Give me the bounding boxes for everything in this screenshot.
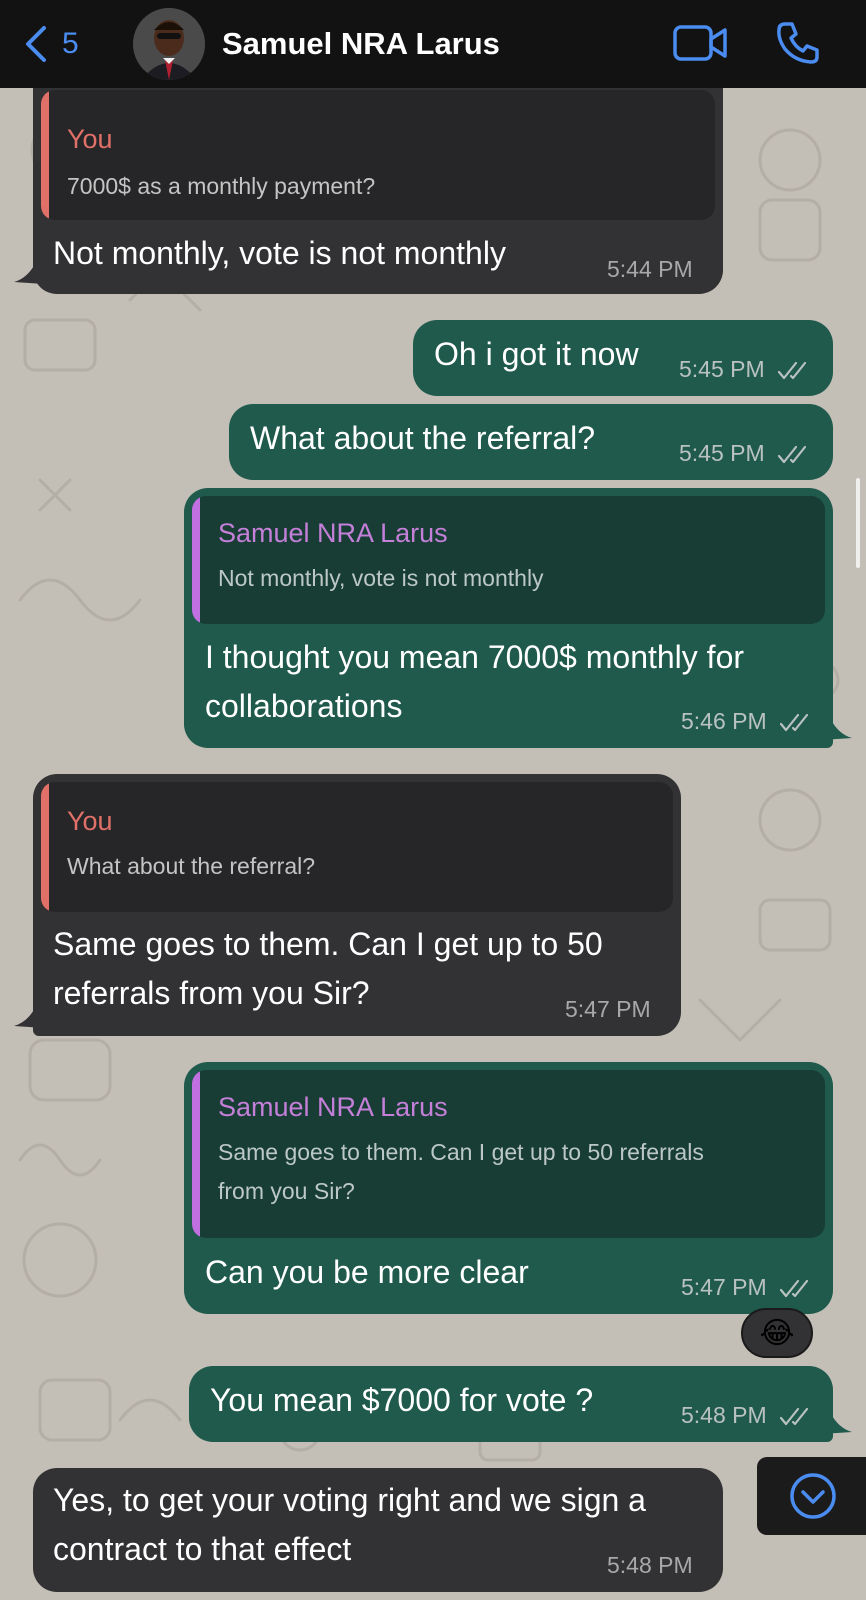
quote-author: You — [67, 124, 113, 154]
message-text-line: contract to that effect — [53, 1531, 352, 1567]
double-check-icon — [777, 445, 807, 464]
reaction-badge[interactable]: 😂 — [741, 1308, 813, 1358]
scroll-to-bottom-button[interactable] — [757, 1457, 866, 1535]
chevron-left-icon — [26, 26, 46, 62]
message-time: 5:48 PM — [607, 1552, 693, 1578]
quote-bar — [41, 782, 49, 912]
message-time-label: 5:48 PM — [681, 1402, 767, 1428]
message-time-label: 5:45 PM — [679, 440, 765, 466]
message-text: Can you be more clear — [205, 1254, 529, 1290]
quote-text: What about the referral? — [67, 853, 316, 879]
quoted-message[interactable]: You 7000$ as a monthly payment? — [41, 90, 715, 220]
quote-text-line: Same goes to them. Can I get up to 50 re… — [218, 1139, 704, 1165]
message-text-line: Yes, to get your voting right and we sig… — [53, 1482, 646, 1518]
avatar[interactable] — [133, 8, 205, 80]
chevron-down-circle-icon — [790, 1473, 836, 1519]
message-text: Oh i got it now — [434, 336, 639, 372]
message-bubble-outgoing[interactable]: You mean $7000 for vote ? 5:48 PM — [189, 1366, 833, 1442]
video-call-icon — [673, 25, 727, 61]
message-text-line: referrals from you Sir? — [53, 975, 370, 1011]
quoted-message[interactable]: Samuel NRA Larus Not monthly, vote is no… — [192, 496, 825, 624]
message-time-label: 5:46 PM — [681, 708, 767, 734]
double-check-icon — [779, 1279, 809, 1298]
unread-count: 5 — [62, 27, 79, 60]
back-button[interactable]: 5 — [24, 24, 94, 64]
laughing-emoji-icon: 😂 — [759, 1316, 795, 1350]
quote-text: 7000$ as a monthly payment? — [67, 173, 376, 199]
message-text: You mean $7000 for vote ? — [210, 1382, 594, 1418]
double-check-icon — [779, 1407, 809, 1426]
message-text: Yes, to get your voting right and we sig… — [53, 1476, 646, 1574]
message-time-label: 5:47 PM — [681, 1274, 767, 1300]
quote-bar — [41, 90, 49, 220]
message-bubble-outgoing[interactable]: What about the referral? 5:45 PM — [229, 404, 833, 480]
quote-author: Samuel NRA Larus — [218, 1092, 448, 1122]
bubble-tail — [822, 718, 852, 740]
quoted-message[interactable]: You What about the referral? — [41, 782, 673, 912]
message-bubble-outgoing[interactable]: Oh i got it now 5:45 PM — [413, 320, 833, 396]
message-text: Not monthly, vote is not monthly — [53, 235, 506, 271]
double-check-icon — [777, 361, 807, 380]
message-time: 5:44 PM — [607, 256, 693, 282]
voice-call-button[interactable] — [775, 21, 821, 70]
message-time: 5:47 PM — [565, 996, 651, 1022]
message-bubble-incoming[interactable]: Yes, to get your voting right and we sig… — [33, 1468, 723, 1592]
message-time: 5:47 PM — [681, 1274, 813, 1301]
message-time: 5:45 PM — [679, 356, 811, 383]
scroll-indicator[interactable] — [856, 478, 860, 568]
video-call-button[interactable] — [673, 23, 729, 68]
message-time: 5:45 PM — [679, 440, 811, 467]
quote-bar — [192, 1070, 200, 1238]
quote-text: Same goes to them. Can I get up to 50 re… — [218, 1133, 704, 1211]
phone-icon — [777, 22, 819, 64]
quote-bar — [192, 496, 200, 624]
message-text-line: Same goes to them. Can I get up to 50 — [53, 926, 603, 962]
bubble-tail — [14, 262, 44, 284]
message-time: 5:48 PM — [681, 1402, 813, 1429]
message-bubble-outgoing[interactable]: Samuel NRA Larus Not monthly, vote is no… — [184, 488, 833, 748]
message-time-label: 5:45 PM — [679, 356, 765, 382]
message-text: What about the referral? — [250, 420, 596, 456]
message-text-line: I thought you mean 7000$ monthly for — [205, 639, 745, 675]
message-bubble-outgoing[interactable]: Samuel NRA Larus Same goes to them. Can … — [184, 1062, 833, 1314]
bubble-tail — [14, 1006, 44, 1028]
message-time: 5:46 PM — [681, 708, 813, 735]
chat-header: 5 Samuel NRA Larus — [0, 0, 866, 88]
quoted-message[interactable]: Samuel NRA Larus Same goes to them. Can … — [192, 1070, 825, 1238]
message-text: Same goes to them. Can I get up to 50 re… — [53, 920, 603, 1018]
message-bubble-incoming[interactable]: You 7000$ as a monthly payment? Not mont… — [33, 82, 723, 294]
bubble-tail — [822, 1412, 852, 1434]
quote-author: Samuel NRA Larus — [218, 518, 448, 548]
quote-text-line: from you Sir? — [218, 1178, 355, 1204]
quote-author: You — [67, 806, 113, 836]
message-text-line: collaborations — [205, 688, 403, 724]
quote-text: Not monthly, vote is not monthly — [218, 565, 544, 591]
message-text: I thought you mean 7000$ monthly for col… — [205, 633, 744, 731]
double-check-icon — [779, 713, 809, 732]
contact-name[interactable]: Samuel NRA Larus — [222, 26, 500, 62]
message-bubble-incoming[interactable]: You What about the referral? Same goes t… — [33, 774, 681, 1036]
